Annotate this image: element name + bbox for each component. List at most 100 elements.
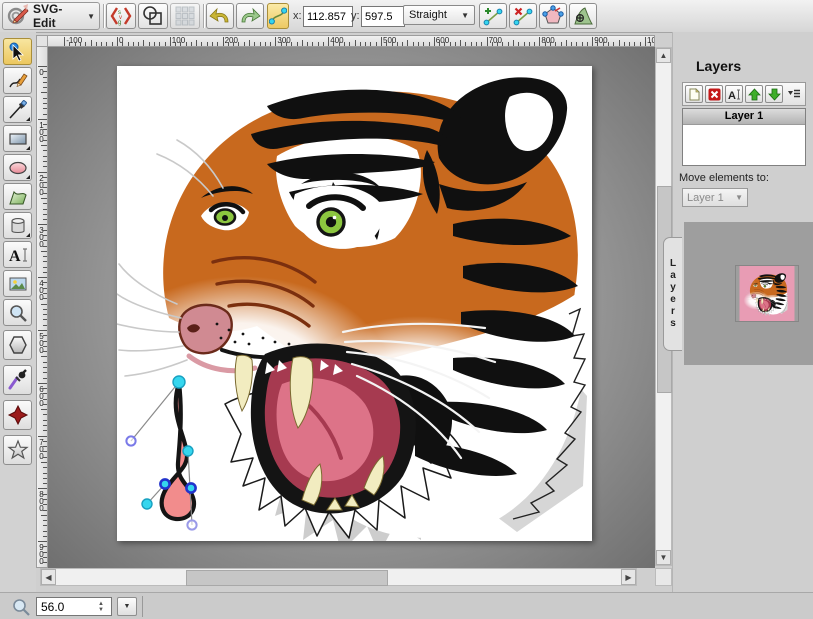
control-handle[interactable] bbox=[142, 499, 152, 509]
source-code-icon: s v g bbox=[109, 5, 133, 27]
edit-source-button[interactable]: s v g bbox=[106, 3, 136, 29]
new-layer-button[interactable] bbox=[685, 85, 703, 103]
add-node-button[interactable] bbox=[479, 3, 507, 29]
grid-icon bbox=[175, 6, 195, 26]
move-elements-caret-icon: ▼ bbox=[735, 193, 743, 202]
layer-menu-button[interactable] bbox=[785, 85, 803, 103]
text-icon: A bbox=[8, 245, 28, 265]
grid-button[interactable] bbox=[170, 3, 200, 29]
path-node[interactable] bbox=[173, 376, 185, 388]
ellipse-icon bbox=[8, 158, 28, 178]
x-coordinate-input[interactable] bbox=[303, 6, 353, 27]
tool-pencil[interactable] bbox=[3, 67, 32, 94]
segment-type-caret-icon: ▼ bbox=[461, 11, 469, 20]
main-menu-button[interactable]: SVG-Edit ▼ bbox=[2, 2, 100, 30]
tool-line[interactable] bbox=[3, 96, 32, 123]
move-elements-select[interactable]: Layer 1 ▼ bbox=[682, 188, 748, 207]
eyedropper-icon bbox=[7, 369, 29, 391]
tool-polygon[interactable] bbox=[3, 330, 32, 360]
main-menu-caret-icon: ▼ bbox=[87, 12, 95, 21]
flyout-indicator bbox=[26, 233, 30, 237]
tool-zoom[interactable] bbox=[3, 299, 32, 326]
move-layer-up-button[interactable] bbox=[745, 85, 763, 103]
left-toolbar: A bbox=[0, 32, 36, 592]
scroll-left-button[interactable]: ◀ bbox=[41, 569, 56, 585]
segment-type-value: Straight bbox=[409, 9, 447, 21]
tool-shape-library[interactable] bbox=[3, 212, 32, 239]
zoom-spinner[interactable]: ▲▼ bbox=[96, 600, 106, 613]
svg-edit-window: SVG-Edit ▼ s v g bbox=[0, 0, 813, 619]
tool-text[interactable]: A bbox=[3, 241, 32, 268]
horizontal-scroll-thumb[interactable] bbox=[186, 570, 388, 586]
path-node-selected[interactable] bbox=[186, 483, 195, 492]
bottom-bar-separator bbox=[142, 596, 143, 617]
delete-node-button[interactable] bbox=[509, 3, 537, 29]
add-subpath-icon bbox=[572, 5, 594, 27]
layer-list: Layer 1 bbox=[682, 108, 806, 166]
zoom-magnifier-icon bbox=[12, 598, 30, 616]
horizontal-scrollbar[interactable]: ◀ ▶ bbox=[40, 568, 637, 586]
open-path-icon bbox=[542, 5, 564, 27]
move-elements-label: Move elements to: bbox=[679, 172, 769, 184]
redo-icon bbox=[239, 6, 261, 26]
add-subpath-button[interactable] bbox=[569, 3, 597, 29]
flyout-indicator bbox=[26, 117, 30, 121]
segment-type-select[interactable]: Straight ▼ bbox=[403, 5, 475, 25]
undo-button[interactable] bbox=[206, 3, 234, 29]
wireframe-mode-button[interactable] bbox=[138, 3, 168, 29]
rename-layer-button[interactable]: A bbox=[725, 85, 743, 103]
undo-icon bbox=[209, 6, 231, 26]
svg-text:A: A bbox=[9, 248, 21, 265]
tool-path[interactable] bbox=[3, 183, 32, 210]
tool-star[interactable] bbox=[3, 435, 32, 465]
drawing-canvas[interactable] bbox=[117, 66, 592, 541]
scroll-right-button[interactable]: ▶ bbox=[621, 569, 636, 585]
layer-thumbnail-image bbox=[736, 266, 798, 321]
magnifier-icon bbox=[8, 303, 28, 323]
red-diamond-icon bbox=[7, 404, 29, 426]
layer-row-layer1[interactable]: Layer 1 bbox=[683, 109, 805, 125]
svg-edit-logo-icon bbox=[7, 3, 29, 30]
image-icon bbox=[8, 274, 28, 294]
layers-tab-label: Layers bbox=[668, 258, 679, 330]
y-coordinate-input[interactable] bbox=[361, 6, 405, 27]
move-layer-down-button[interactable] bbox=[765, 85, 783, 103]
pencil-icon bbox=[8, 71, 28, 91]
control-handle-open[interactable] bbox=[126, 436, 135, 445]
open-path-button[interactable] bbox=[539, 3, 567, 29]
layers-panel-toggle-tab[interactable]: Layers bbox=[663, 237, 682, 351]
edit-node-mode-button[interactable] bbox=[267, 3, 289, 29]
v-ruler: 0100200300400500600700800900 bbox=[36, 47, 48, 568]
move-elements-value: Layer 1 bbox=[687, 192, 724, 204]
rename-layer-icon: A bbox=[728, 88, 741, 101]
toolbar-separator bbox=[203, 4, 204, 28]
delete-node-icon bbox=[512, 5, 534, 27]
control-handle-open[interactable] bbox=[187, 520, 196, 529]
tool-select[interactable] bbox=[3, 38, 32, 65]
layer-buttons-row: A bbox=[682, 82, 806, 106]
path-shape-icon bbox=[8, 187, 28, 207]
layer-thumbnail[interactable] bbox=[736, 266, 798, 321]
scroll-up-button[interactable]: ▲ bbox=[656, 48, 671, 63]
tool-eyedropper[interactable] bbox=[3, 365, 32, 395]
path-node-icon bbox=[269, 6, 287, 26]
rectangle-icon bbox=[8, 129, 28, 149]
tool-ellipse[interactable] bbox=[3, 154, 32, 181]
path-node-selected[interactable] bbox=[160, 479, 169, 488]
line-pen-icon bbox=[8, 100, 28, 120]
scroll-down-button[interactable]: ▼ bbox=[656, 550, 671, 565]
zoom-preset-dropdown[interactable]: ▼ bbox=[117, 597, 137, 616]
select-arrow-icon bbox=[8, 42, 28, 62]
redo-button[interactable] bbox=[236, 3, 264, 29]
tool-image[interactable] bbox=[3, 270, 32, 297]
hexagon-icon bbox=[7, 334, 29, 356]
edit-path-overlay[interactable] bbox=[117, 66, 592, 541]
flyout-indicator bbox=[26, 146, 30, 150]
cylinder-icon bbox=[8, 216, 28, 236]
tool-connector[interactable] bbox=[3, 400, 32, 430]
delete-layer-button[interactable] bbox=[705, 85, 723, 103]
arrow-down-icon bbox=[768, 88, 781, 101]
overlapping-shapes-icon bbox=[142, 5, 164, 27]
tool-rectangle[interactable] bbox=[3, 125, 32, 152]
path-node[interactable] bbox=[183, 446, 193, 456]
